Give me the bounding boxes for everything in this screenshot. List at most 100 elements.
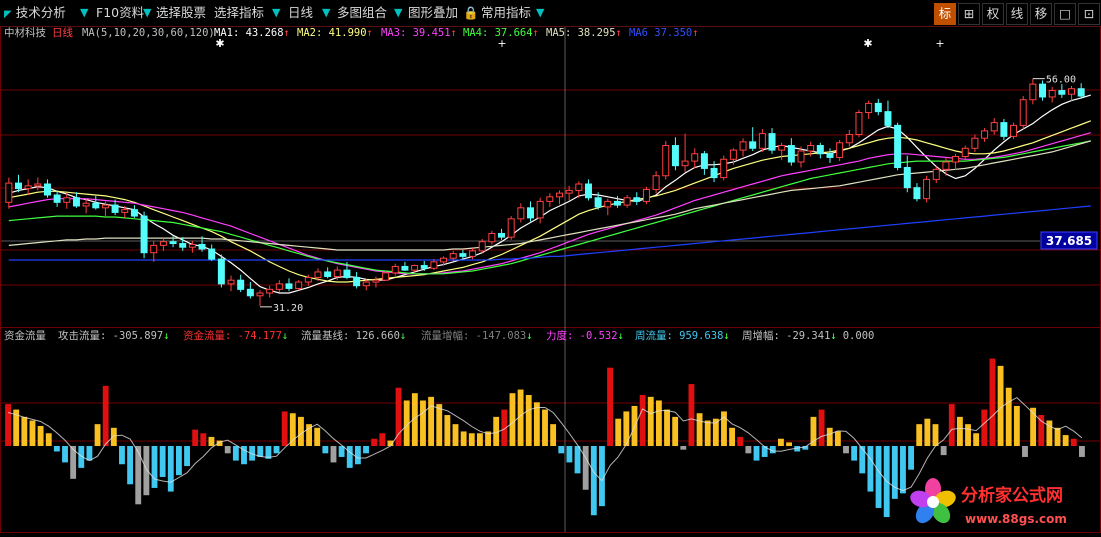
flow-bar[interactable] [891, 446, 898, 499]
candlestick[interactable] [691, 148, 699, 169]
flow-bar[interactable] [1022, 446, 1028, 457]
flow-bar[interactable] [94, 424, 101, 447]
flow-bar[interactable] [208, 436, 215, 447]
candlestick[interactable] [990, 118, 998, 135]
candlestick[interactable] [584, 179, 592, 201]
candlestick[interactable] [903, 155, 911, 193]
flow-bar[interactable] [704, 420, 711, 447]
flow-bar[interactable] [582, 446, 589, 490]
candlestick[interactable] [227, 275, 235, 292]
flow-bar[interactable] [273, 446, 280, 454]
flow-bar[interactable] [102, 385, 109, 447]
flow-bar[interactable] [53, 446, 60, 452]
candlestick[interactable] [662, 140, 670, 180]
candlestick[interactable] [787, 138, 795, 166]
overlay-menu[interactable]: 图形叠加 [408, 2, 458, 24]
candlestick[interactable] [865, 100, 873, 119]
candlestick[interactable] [1000, 118, 1008, 141]
flow-bar[interactable] [647, 396, 654, 447]
candlestick[interactable] [816, 142, 824, 159]
flow-bar[interactable] [127, 446, 134, 485]
flow-bar[interactable] [786, 442, 792, 447]
candlestick[interactable] [140, 211, 148, 259]
candlestick[interactable] [633, 192, 641, 206]
chevron-down-icon[interactable]: ▼ [143, 2, 151, 24]
flow-bar[interactable] [452, 424, 459, 447]
candlestick[interactable] [517, 203, 525, 223]
candlestick[interactable] [932, 166, 940, 184]
candlestick[interactable] [826, 148, 834, 163]
candlestick[interactable] [507, 216, 515, 240]
lock-icon[interactable]: 🔒 [463, 2, 479, 24]
flow-bar[interactable] [289, 413, 296, 447]
flow-bar[interactable] [192, 429, 199, 447]
flow-bar[interactable] [184, 446, 190, 467]
candlestick[interactable] [401, 261, 409, 272]
candlestick[interactable] [246, 282, 254, 299]
flow-bar[interactable] [175, 446, 182, 476]
chevron-down-icon[interactable]: ▼ [80, 2, 88, 24]
flow-bar[interactable] [737, 436, 744, 447]
candlestick[interactable] [1010, 122, 1018, 140]
chevron-down-icon[interactable]: ▼ [272, 2, 280, 24]
indicator-name[interactable]: 资金流量 [4, 328, 46, 344]
flow-bar[interactable] [981, 409, 988, 447]
window-button[interactable]: □ [1054, 3, 1076, 25]
flow-bar[interactable] [940, 446, 947, 456]
candlestick[interactable] [488, 230, 496, 245]
flow-bar[interactable] [525, 395, 532, 447]
line-button[interactable]: 线 [1006, 3, 1028, 25]
flow-bar[interactable] [753, 446, 760, 461]
candlestick[interactable] [894, 122, 902, 171]
flow-bar[interactable] [818, 409, 825, 447]
flow-bar[interactable] [143, 446, 150, 496]
candlestick[interactable] [555, 190, 563, 205]
flow-bar[interactable] [322, 446, 329, 454]
candlestick[interactable] [923, 175, 931, 203]
candlestick[interactable] [1019, 96, 1027, 130]
candlestick[interactable] [845, 129, 853, 147]
candlestick[interactable] [652, 171, 660, 194]
flow-bar[interactable] [200, 433, 207, 447]
flow-bar[interactable] [346, 446, 353, 468]
candlestick[interactable] [324, 267, 332, 279]
candlestick[interactable] [92, 195, 100, 210]
candlestick[interactable] [1068, 85, 1076, 101]
flow-bar[interactable] [680, 446, 687, 450]
flow-bar[interactable] [729, 427, 736, 447]
select-stock-menu[interactable]: 选择股票 [156, 2, 206, 24]
flow-bar[interactable] [574, 446, 581, 474]
restore-button[interactable]: ⊡ [1078, 3, 1100, 25]
candlestick[interactable] [459, 249, 467, 260]
flow-bar[interactable] [509, 393, 516, 447]
flow-bar[interactable] [989, 358, 996, 447]
flow-bar[interactable] [21, 416, 28, 447]
candlestick[interactable] [1029, 78, 1037, 105]
flow-bar[interactable] [1038, 415, 1045, 447]
candlestick[interactable] [498, 228, 506, 240]
flow-bar[interactable] [476, 433, 483, 447]
flow-bar[interactable] [843, 446, 849, 454]
period-daily-menu[interactable]: 日线 [288, 2, 313, 24]
flow-bar[interactable] [777, 438, 784, 447]
candlestick[interactable] [778, 142, 786, 161]
candlestick[interactable] [188, 240, 196, 253]
candlestick[interactable] [952, 153, 960, 171]
flow-bar[interactable] [607, 367, 614, 447]
flow-bar[interactable] [965, 424, 971, 447]
flow-bar[interactable] [314, 427, 321, 447]
flow-bar[interactable] [590, 446, 597, 516]
flow-bar[interactable] [566, 446, 573, 463]
flow-bar[interactable] [956, 416, 963, 447]
flow-bar[interactable] [363, 446, 369, 454]
candlestick[interactable] [1058, 84, 1066, 98]
flow-bar[interactable] [281, 411, 288, 447]
flow-bar[interactable] [558, 446, 565, 454]
flow-bar[interactable] [932, 424, 939, 447]
flow-bar[interactable] [696, 413, 703, 447]
candlestick[interactable] [981, 128, 989, 142]
chevron-down-icon[interactable]: ▼ [322, 2, 330, 24]
candlestick[interactable] [971, 134, 979, 152]
flow-bar[interactable] [688, 384, 695, 447]
candlestick[interactable] [836, 140, 844, 162]
